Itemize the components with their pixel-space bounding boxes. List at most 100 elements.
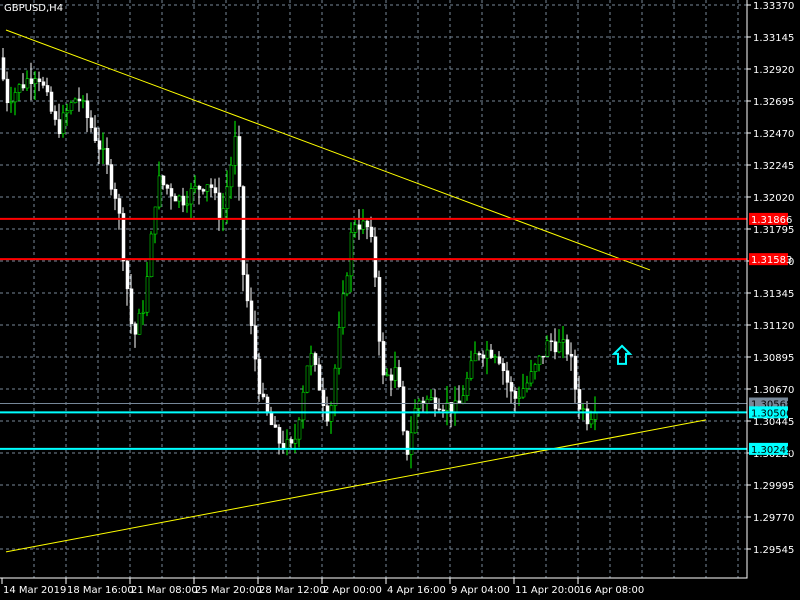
chart-title: GBPUSD,H4 (4, 3, 64, 14)
candle (469, 350, 474, 381)
candle (417, 398, 422, 417)
candle-body (369, 226, 374, 238)
candle-body (465, 377, 470, 396)
candle-body (385, 374, 390, 377)
candle-body (313, 353, 318, 365)
chart-frame (0, 0, 748, 579)
candle-body (57, 119, 62, 135)
candle-body (5, 78, 10, 104)
candle (389, 368, 394, 397)
candle-body (381, 341, 386, 376)
candle-body (225, 186, 230, 209)
candle (461, 385, 466, 405)
candle (53, 105, 58, 126)
candle-body (537, 355, 542, 365)
candle-body (325, 405, 330, 422)
y-tick-label: 1.31795 (753, 225, 794, 236)
candle (457, 385, 462, 404)
candle-body (521, 388, 526, 398)
candle-body (165, 184, 170, 189)
candle-body (105, 148, 110, 165)
candle-body (361, 220, 366, 230)
candle (113, 182, 118, 211)
candle-body (25, 78, 30, 89)
y-tick-label: 1.32920 (753, 65, 794, 76)
candle (21, 73, 26, 91)
candle-body (65, 110, 70, 114)
candle (413, 399, 418, 434)
candle (485, 341, 490, 375)
candle-body (593, 412, 598, 420)
y-tick-label: 1.30670 (753, 385, 794, 396)
candle (197, 184, 202, 205)
candle (177, 194, 182, 208)
candle (337, 311, 342, 375)
candle-body (149, 233, 154, 277)
candle-body (309, 353, 314, 367)
candle-body (273, 424, 278, 428)
candle-body (17, 84, 22, 93)
candle (317, 358, 322, 391)
candle (333, 364, 338, 417)
candle (409, 416, 414, 469)
candle-body (97, 140, 102, 150)
candle (185, 191, 190, 213)
candle (585, 401, 590, 431)
candle (341, 280, 346, 335)
candle-body (53, 111, 58, 120)
candle (377, 270, 382, 356)
candle-body (513, 390, 518, 399)
candle-body (569, 353, 574, 357)
x-tick-label: 25 Mar 20:00 (195, 585, 262, 596)
x-tick-label: 18 Mar 16:00 (67, 585, 134, 596)
x-tick-label: 14 Mar 2019 (3, 585, 66, 596)
candle-body (241, 186, 246, 275)
candle (1, 48, 6, 82)
y-tick-label: 1.31345 (753, 289, 794, 300)
candle-body (85, 100, 90, 119)
candle (525, 375, 530, 393)
candle-body (469, 360, 474, 379)
candle (205, 184, 210, 202)
candle (229, 156, 234, 199)
candle (561, 326, 566, 359)
candle-body (577, 389, 582, 410)
candle (401, 380, 406, 436)
candle-body (173, 195, 178, 202)
candle (501, 358, 506, 385)
candle-body (497, 356, 502, 364)
candle (453, 386, 458, 426)
candle-body (425, 398, 430, 404)
candle (253, 310, 258, 372)
candle (57, 103, 62, 138)
price-chart[interactable]: 1.33370 1.33145 1.32920 1.32695 1.32470 1.322… (0, 0, 800, 600)
candle (381, 332, 386, 385)
candle-body (13, 92, 18, 103)
candle-body (357, 224, 362, 230)
candle (553, 328, 558, 360)
candle (249, 287, 254, 335)
candle-body (133, 323, 138, 335)
candle-body (137, 313, 142, 335)
candle-body (501, 363, 506, 372)
candle-body (589, 419, 594, 425)
candle-body (397, 367, 402, 387)
candle-body (437, 408, 442, 411)
candle-body (553, 341, 558, 353)
x-tick-label: 11 Apr 20:00 (515, 585, 580, 596)
candle-body (177, 195, 182, 202)
candle-body (129, 288, 134, 325)
candle-body (253, 325, 258, 360)
candle (149, 231, 154, 278)
candle (133, 321, 138, 348)
y-tick-label: 1.33145 (753, 33, 794, 44)
candle (93, 115, 98, 143)
candle-body (45, 85, 50, 93)
candle (425, 395, 430, 414)
candle-body (457, 400, 462, 404)
candle (101, 132, 106, 165)
candle (281, 430, 286, 454)
candle-body (401, 386, 406, 432)
candle-body (297, 419, 302, 440)
candle (17, 83, 22, 101)
